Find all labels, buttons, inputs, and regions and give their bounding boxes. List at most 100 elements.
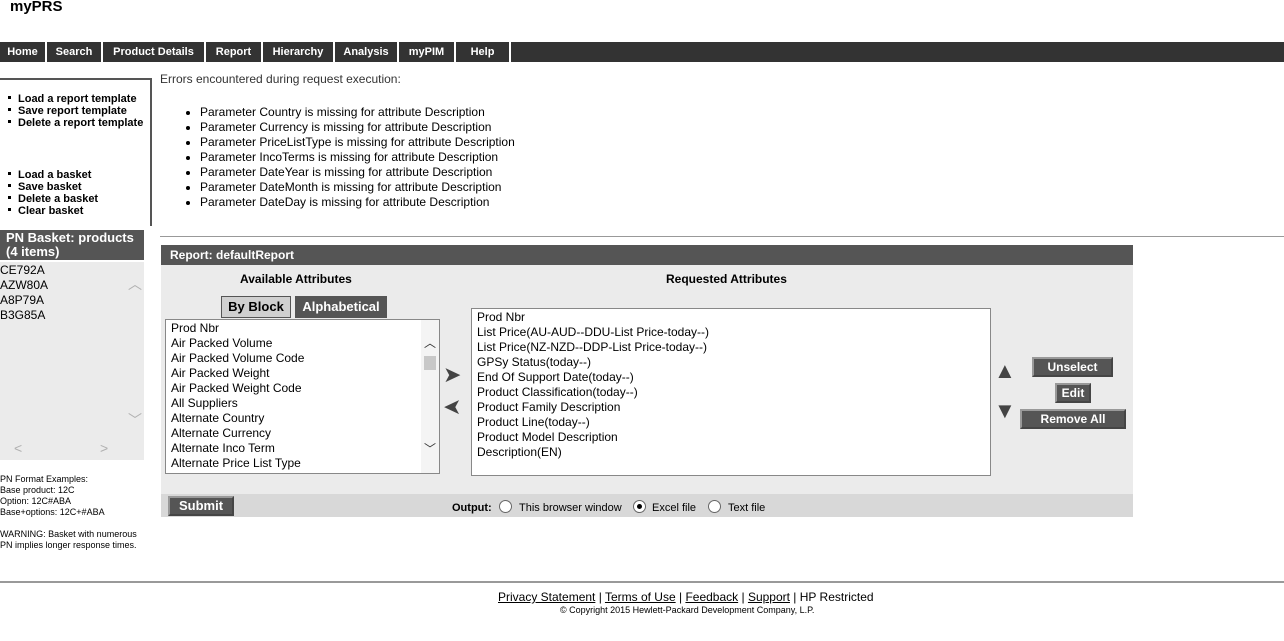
list-item[interactable]: Air Packed Weight Code [171, 381, 302, 396]
report-footer [161, 494, 1133, 517]
error-item: Parameter Country is missing for attribu… [186, 105, 515, 120]
error-item: Parameter DateMonth is missing for attri… [186, 180, 515, 195]
remove-arrow-icon[interactable]: ➤ [443, 394, 461, 419]
chevron-up-icon[interactable]: ︿ [424, 334, 436, 351]
nav-mypim[interactable]: myPIM [399, 42, 456, 62]
basket-header: PN Basket: products (4 items) [0, 230, 144, 260]
error-item: Parameter DateDay is missing for attribu… [186, 195, 515, 210]
app-title: myPRS [10, 0, 63, 15]
sidebar-menu: Load a report template Save report templ… [0, 78, 152, 226]
list-item[interactable]: Alternate Inco Term [171, 441, 275, 456]
add-arrow-icon[interactable]: ➤ [443, 364, 461, 386]
report-template-menu: Load a report template Save report templ… [6, 93, 146, 129]
list-item[interactable]: Alternate Country [171, 411, 264, 426]
basket-list[interactable]: CE792A AZW80A A8P79A B3G85A ︿ ﹀ < > [0, 262, 144, 460]
requested-attributes-label: Requested Attributes [666, 272, 787, 286]
report-header: Report: defaultReport [161, 245, 1133, 265]
error-title: Errors encountered during request execut… [160, 72, 401, 86]
save-report-template-link[interactable]: Save report template [6, 105, 146, 117]
support-link[interactable]: Support [748, 590, 790, 604]
help-line: Base product: 12C [0, 485, 75, 495]
edit-button[interactable]: Edit [1055, 383, 1091, 403]
list-item[interactable]: Description(EN) [477, 445, 562, 460]
tab-alphabetical[interactable]: Alphabetical [295, 296, 387, 318]
list-item[interactable]: Product Classification(today--) [477, 385, 638, 400]
scrollbar[interactable]: ︿ ﹀ [421, 320, 439, 473]
privacy-statement-link[interactable]: Privacy Statement [498, 590, 595, 604]
output-text-label: Text file [728, 502, 766, 514]
output-browser-radio[interactable] [499, 500, 512, 513]
list-item[interactable]: Air Packed Volume [171, 336, 272, 351]
nav-report[interactable]: Report [206, 42, 263, 62]
list-item[interactable]: Air Packed Weight [171, 366, 270, 381]
submit-button[interactable]: Submit [168, 496, 234, 516]
list-item[interactable]: GPSy Status(today--) [477, 355, 591, 370]
list-item[interactable]: List Price(AU-AUD--DDU-List Price-today-… [477, 325, 709, 340]
restricted-label: HP Restricted [799, 590, 874, 604]
error-item: Parameter DateYear is missing for attrib… [186, 165, 515, 180]
delete-basket-link[interactable]: Delete a basket [6, 193, 146, 205]
footer-links: Privacy Statement | Terms of Use | Feedb… [498, 590, 874, 604]
available-attributes-list[interactable]: Prod Nbr Air Packed Volume Air Packed Vo… [165, 319, 440, 474]
save-basket-link[interactable]: Save basket [6, 181, 146, 193]
chevron-right-icon[interactable]: > [100, 440, 108, 456]
unselect-button[interactable]: Unselect [1032, 357, 1113, 377]
scroll-thumb[interactable] [424, 356, 436, 370]
output-excel-radio[interactable] [633, 500, 646, 513]
help-line: Base+options: 12C+#ABA [0, 507, 105, 517]
error-item: Parameter IncoTerms is missing for attri… [186, 150, 515, 165]
list-item[interactable]: Alternate Price List Type [171, 456, 301, 471]
output-label: Output: [452, 502, 492, 514]
clear-basket-link[interactable]: Clear basket [6, 205, 146, 217]
list-item[interactable]: Product Model Description [477, 430, 618, 445]
basket-item[interactable]: CE792A [0, 263, 45, 278]
copyright: © Copyright 2015 Hewlett-Packard Develop… [560, 605, 815, 615]
list-item[interactable]: Prod Nbr [171, 321, 219, 336]
requested-attributes-list[interactable]: Prod Nbr List Price(AU-AUD--DDU-List Pri… [471, 308, 991, 476]
output-text-radio[interactable] [708, 500, 721, 513]
chevron-up-icon[interactable]: ︿ [128, 274, 142, 294]
basket-item[interactable]: AZW80A [0, 278, 48, 293]
list-item[interactable]: Prod Nbr [477, 310, 525, 325]
list-item[interactable]: List Price(NZ-NZD--DDP-List Price-today-… [477, 340, 707, 355]
help-line [0, 518, 150, 529]
chevron-down-icon[interactable]: ﹀ [424, 440, 436, 457]
error-item: Parameter PriceListType is missing for a… [186, 135, 515, 149]
list-item[interactable]: Product Family Description [477, 400, 620, 415]
divider [160, 236, 1284, 237]
basket-menu: Load a basket Save basket Delete a baske… [6, 169, 146, 217]
chevron-left-icon[interactable]: < [14, 440, 22, 456]
footer-divider [0, 581, 1284, 583]
nav-product-details[interactable]: Product Details [103, 42, 206, 62]
feedback-link[interactable]: Feedback [685, 590, 738, 604]
available-attributes-label: Available Attributes [240, 272, 352, 286]
pn-format-help: PN Format Examples: Base product: 12C Op… [0, 474, 150, 551]
list-item[interactable]: Alternate Currency [171, 426, 271, 441]
nav-search[interactable]: Search [47, 42, 103, 62]
nav-home[interactable]: Home [0, 42, 47, 62]
nav-help[interactable]: Help [456, 42, 511, 62]
error-item: Parameter Currency is missing for attrib… [186, 120, 515, 135]
list-item[interactable]: End Of Support Date(today--) [477, 370, 634, 385]
help-line: WARNING: Basket with numerous [0, 529, 137, 539]
load-basket-link[interactable]: Load a basket [6, 169, 146, 181]
remove-all-button[interactable]: Remove All [1020, 409, 1126, 429]
basket-item[interactable]: B3G85A [0, 308, 45, 323]
tab-by-block[interactable]: By Block [221, 296, 291, 318]
terms-of-use-link[interactable]: Terms of Use [605, 590, 676, 604]
list-item[interactable]: Air Packed Volume Code [171, 351, 304, 366]
top-nav: Home Search Product Details Report Hiera… [0, 42, 1284, 62]
move-up-icon[interactable]: ▲ [994, 360, 1016, 382]
basket-item[interactable]: A8P79A [0, 293, 44, 308]
list-item[interactable]: Product Line(today--) [477, 415, 590, 430]
list-item[interactable]: All Suppliers [171, 396, 238, 411]
output-browser-label: This browser window [519, 502, 622, 514]
nav-analysis[interactable]: Analysis [335, 42, 399, 62]
delete-report-template-link[interactable]: Delete a report template [6, 117, 146, 129]
help-line: PN Format Examples: [0, 474, 89, 484]
load-report-template-link[interactable]: Load a report template [6, 93, 146, 105]
nav-hierarchy[interactable]: Hierarchy [263, 42, 335, 62]
move-down-icon[interactable]: ▼ [994, 400, 1016, 422]
chevron-down-icon[interactable]: ﹀ [128, 410, 142, 430]
output-excel-label: Excel file [652, 502, 697, 514]
